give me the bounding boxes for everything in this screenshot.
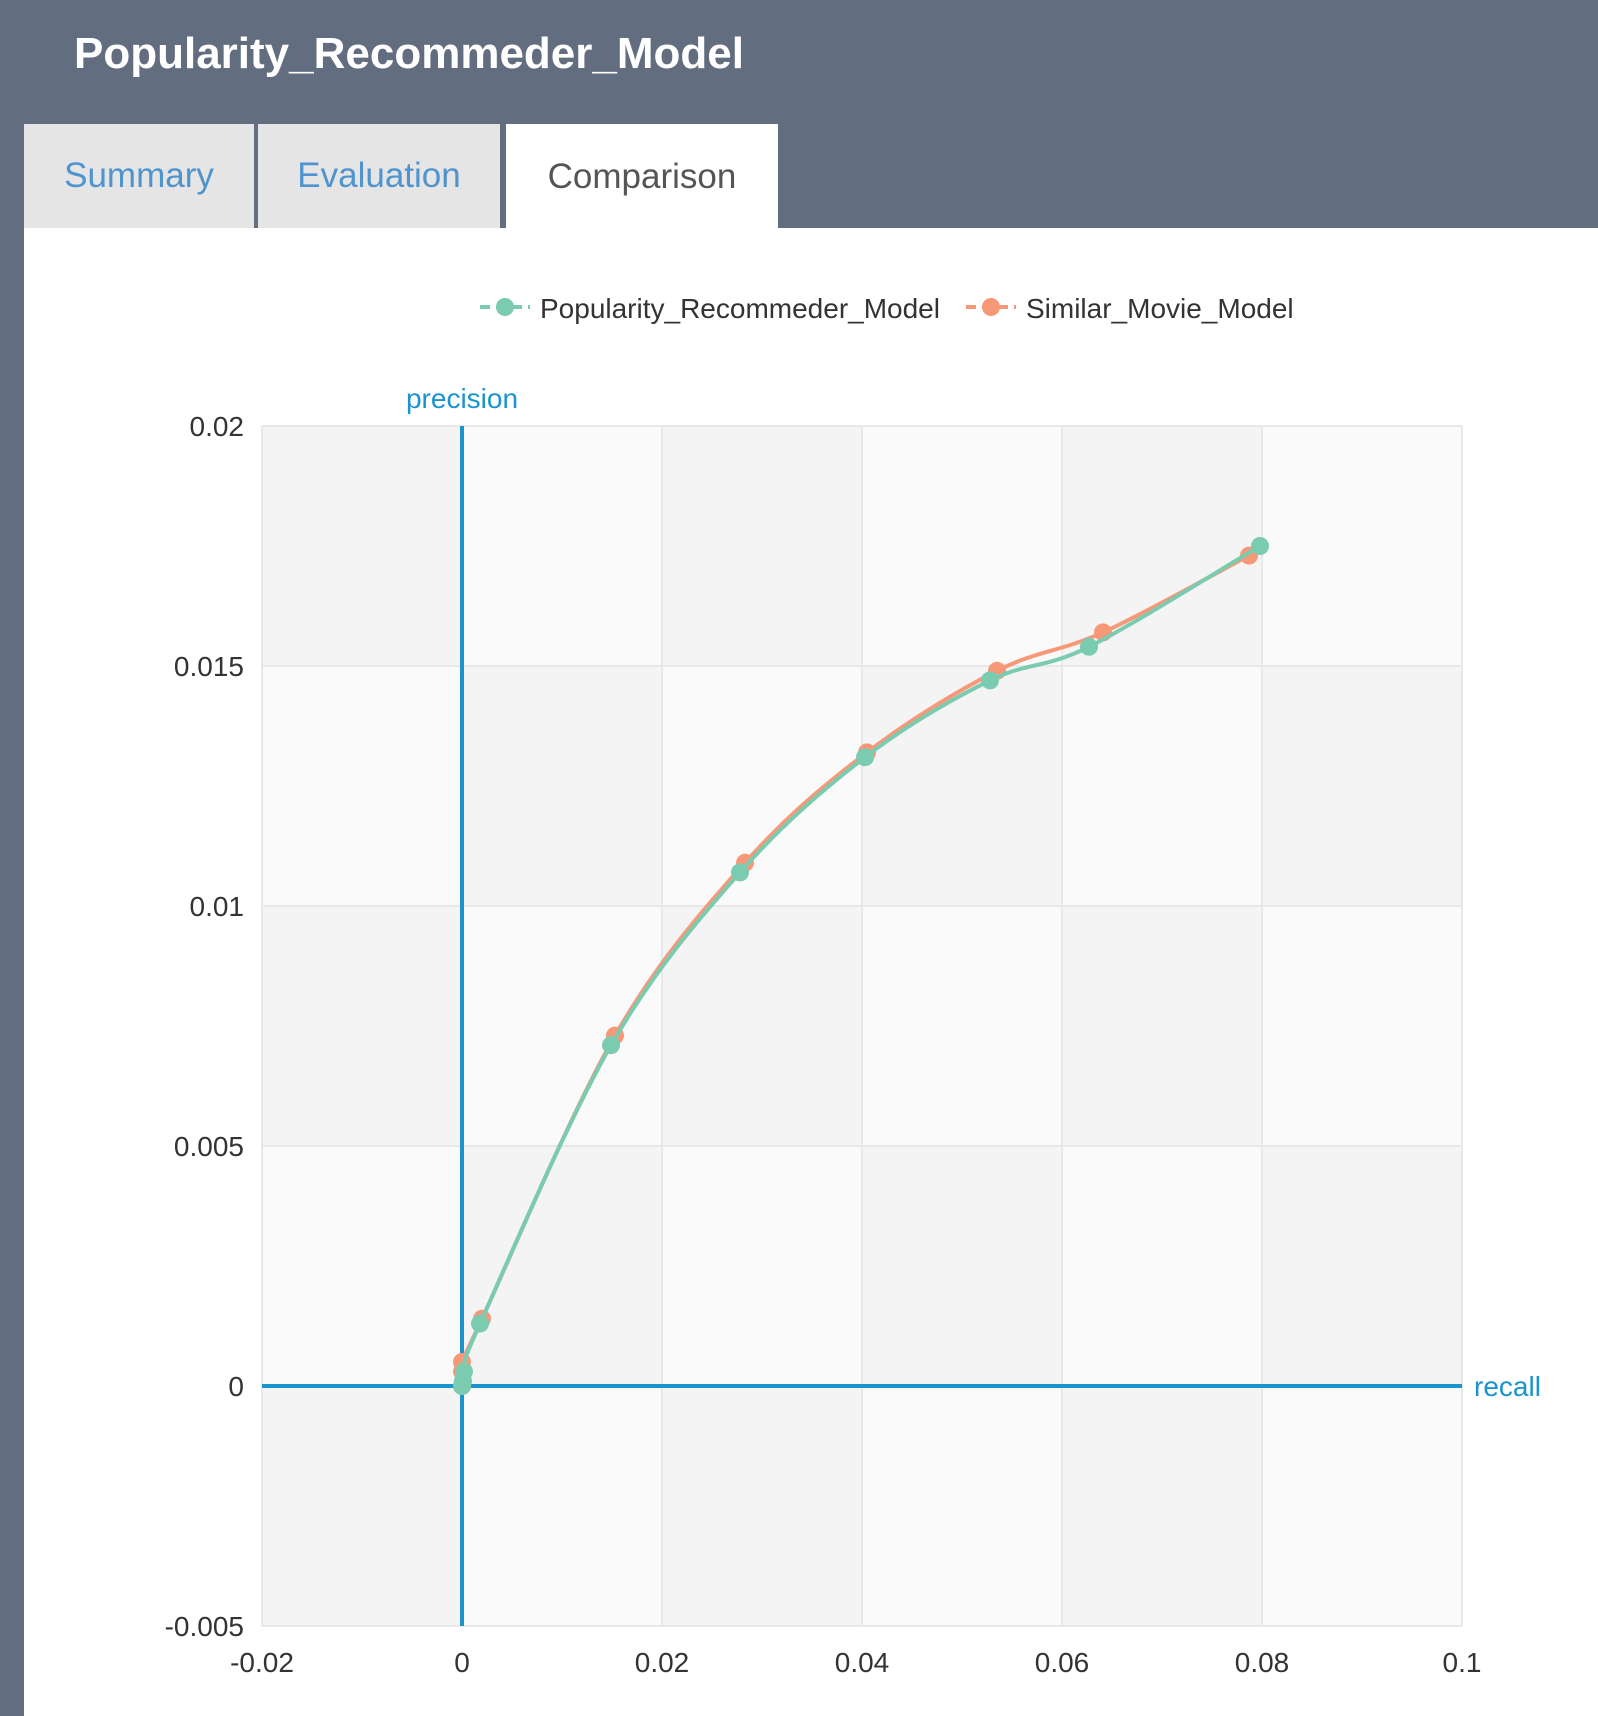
plot-band <box>862 906 1062 1146</box>
y-tick-label: -0.005 <box>165 1611 244 1642</box>
plot-band <box>862 1146 1062 1386</box>
plot-band <box>662 906 862 1146</box>
plot-band <box>462 666 662 906</box>
precision-recall-chart: recall precision -0.02 0 0.02 0.04 0.06 0.08 0.… <box>165 293 1541 1678</box>
plot-band <box>862 1386 1062 1626</box>
y-tick-label: 0.01 <box>190 891 245 922</box>
plot-band <box>862 666 1062 906</box>
y-tick-label: 0.015 <box>174 651 244 682</box>
tab-evaluation[interactable]: Evaluation <box>258 124 500 228</box>
x-tick-label: 0.08 <box>1235 1647 1290 1678</box>
y-tick-label: 0 <box>228 1371 244 1402</box>
legend-item-similar-movie-model[interactable]: Similar_Movie_Model <box>965 293 1294 324</box>
plot-band <box>1262 1386 1462 1626</box>
plot-band <box>662 1146 862 1386</box>
plot-band <box>662 1386 862 1626</box>
legend[interactable]: Popularity_Recommeder_Model Similar_Movie… <box>480 293 1294 324</box>
data-point <box>981 671 999 690</box>
comparison-panel: recall precision -0.02 0 0.02 0.04 0.06 0.08 0.… <box>24 228 1598 1716</box>
plot-band <box>262 1146 462 1386</box>
plot-band <box>462 906 662 1146</box>
y-axis-title: precision <box>406 383 518 414</box>
plot-band <box>662 426 862 666</box>
x-axis-title: recall <box>1474 1371 1541 1402</box>
data-point <box>731 863 749 882</box>
plot-band <box>462 426 662 666</box>
plot-band <box>862 426 1062 666</box>
plot-band <box>1262 906 1462 1146</box>
app-title: Popularity_Recommeder_Model <box>74 29 744 78</box>
plot-band <box>1262 666 1462 906</box>
plot-band <box>1062 906 1262 1146</box>
data-point <box>1080 637 1098 656</box>
x-tick-label: 0 <box>454 1647 470 1678</box>
x-tick-label: -0.02 <box>230 1647 294 1678</box>
x-tick-label: 0.04 <box>835 1647 890 1678</box>
plot-band <box>462 1146 662 1386</box>
legend-label: Popularity_Recommeder_Model <box>540 293 940 324</box>
plot-band <box>1262 426 1462 666</box>
plot-band <box>1062 666 1262 906</box>
plot-band <box>1062 426 1262 666</box>
plot-band <box>262 1386 462 1626</box>
plot-band <box>262 666 462 906</box>
plot-band <box>262 426 462 666</box>
legend-item-popularity-recommeder-model[interactable]: Popularity_Recommeder_Model <box>480 293 940 324</box>
app-window: Popularity_Recommeder_Model Summary Eval… <box>0 0 1598 1716</box>
y-tick-label: 0.02 <box>190 411 245 442</box>
plot-band <box>262 906 462 1146</box>
plot-band <box>1262 1146 1462 1386</box>
x-tick-label: 0.06 <box>1035 1647 1090 1678</box>
data-point <box>471 1314 489 1333</box>
data-point <box>455 1362 473 1381</box>
legend-swatch-marker <box>981 298 1000 316</box>
data-point <box>856 748 874 767</box>
legend-swatch-marker <box>496 298 514 316</box>
data-point <box>1251 537 1269 555</box>
y-tick-label: 0.005 <box>174 1131 244 1162</box>
plot-band <box>462 1386 662 1626</box>
tab-summary[interactable]: Summary <box>24 124 254 228</box>
plot-band <box>1062 1386 1262 1626</box>
x-tick-label: 0.02 <box>635 1647 690 1678</box>
plot-band <box>1062 1146 1262 1386</box>
tab-comparison[interactable]: Comparison <box>506 124 778 230</box>
x-tick-label: 0.1 <box>1443 1647 1482 1678</box>
legend-label: Similar_Movie_Model <box>1026 293 1294 324</box>
data-point <box>602 1036 620 1055</box>
